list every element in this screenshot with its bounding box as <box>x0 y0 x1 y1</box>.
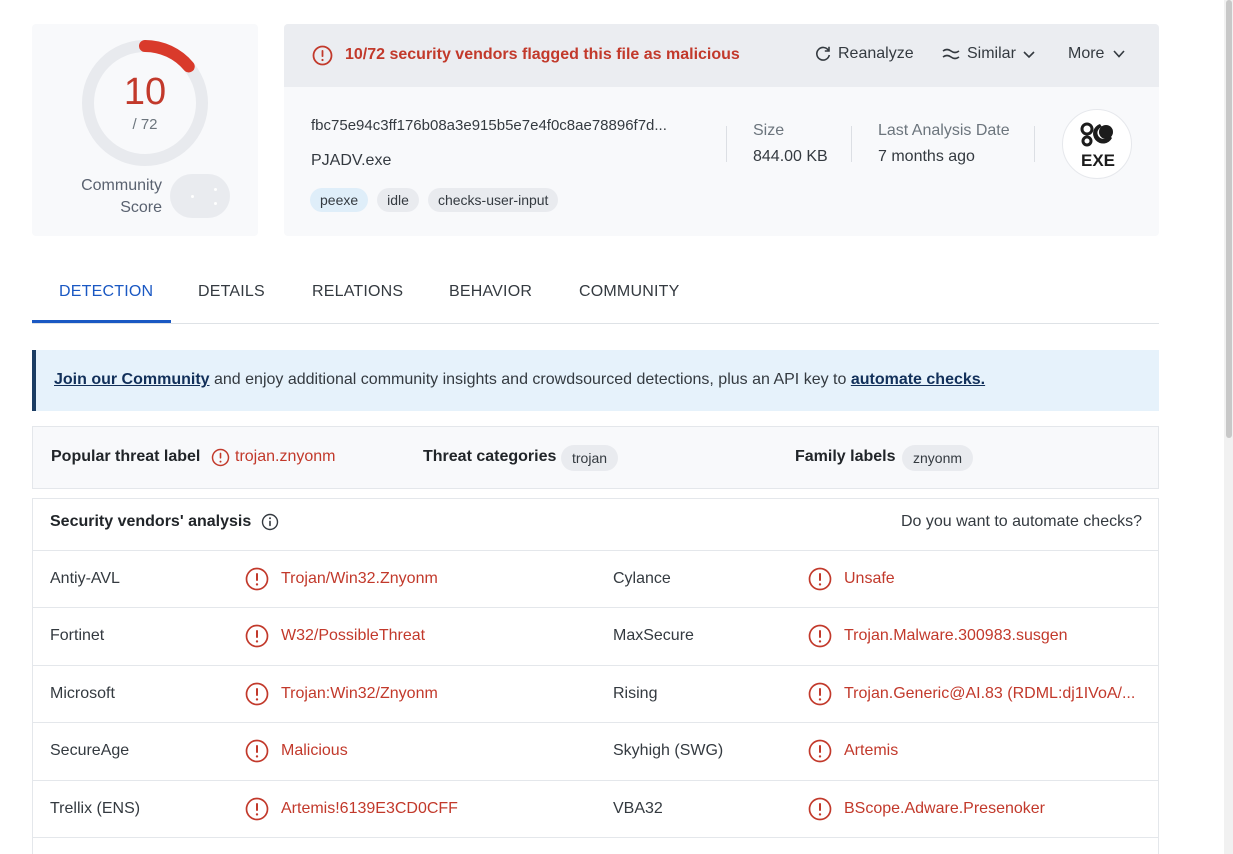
detections-count: 10 <box>123 71 167 113</box>
malicious-alert-icon <box>245 567 269 596</box>
automate-checks-link[interactable]: Do you want to automate checks? <box>901 513 1142 531</box>
malicious-alert-icon <box>808 739 832 768</box>
tab-community[interactable]: COMMUNITY <box>579 283 679 301</box>
vendor-name: VBA32 <box>613 799 663 817</box>
last-analysis-label: Last Analysis Date <box>878 122 1010 139</box>
tab-detection[interactable]: DETECTION <box>59 283 153 301</box>
vendor-name: MaxSecure <box>613 627 694 645</box>
popular-threat-label: Popular threat label <box>51 448 201 465</box>
malicious-alert-icon <box>245 682 269 711</box>
alert-bar: 10/72 security vendors flagged this file… <box>284 24 1159 87</box>
file-type-text: EXE <box>1081 151 1115 170</box>
vendors-title: Security vendors' analysis <box>50 513 252 530</box>
divider <box>726 126 727 162</box>
table-row: SecureAge Malicious Skyhigh (SWG) Artemis <box>32 722 1159 780</box>
automate-checks-link[interactable]: automate checks. <box>851 371 985 388</box>
alert-circle-icon <box>211 448 230 467</box>
more-label: More <box>1068 45 1105 62</box>
tag-idle[interactable]: idle <box>377 188 419 212</box>
malicious-alert-icon <box>245 739 269 768</box>
community-score-vote[interactable] <box>170 174 230 218</box>
popular-threat-value[interactable]: trojan.znyonm <box>235 448 336 466</box>
tab-details[interactable]: DETAILS <box>198 283 265 301</box>
detection-score-card: 10 / 72 Community Score <box>32 24 258 236</box>
threat-summary: Popular threat label trojan.znyonm Threa… <box>32 426 1159 489</box>
malicious-alert-icon <box>808 682 832 711</box>
vendor-name: SecureAge <box>50 742 130 760</box>
tab-behavior[interactable]: BEHAVIOR <box>449 283 532 301</box>
vendors-header: Security vendors' analysis Do you want t… <box>32 498 1159 550</box>
family-label-pill[interactable]: znyonm <box>902 445 974 471</box>
detection-result: Trojan:Win32/Znyonm <box>281 684 438 702</box>
detection-result: Unsafe <box>844 570 895 587</box>
detection-result: Trojan/Win32.Znyonm <box>281 570 438 587</box>
threat-category-pill[interactable]: trojan <box>561 445 619 471</box>
chevron-down-icon <box>1023 51 1035 59</box>
active-tab-indicator <box>32 320 171 323</box>
community-banner: Join our Community and enjoy additional … <box>32 350 1159 411</box>
malicious-alert-icon <box>808 797 832 826</box>
chevron-down-icon <box>1113 50 1126 58</box>
size-value: 844.00 KB <box>753 148 828 165</box>
vendor-name: Trellix (ENS) <box>50 799 141 817</box>
divider <box>1034 126 1035 162</box>
file-type-badge: EXE <box>1062 109 1132 179</box>
table-row: Trellix (ENS) Artemis!6139E3CD0CFF VBA32 BS… <box>32 779 1159 837</box>
vendor-results-table: Antiy-AVL Trojan/Win32.Znyonm Cylance Unsaf… <box>32 550 1159 854</box>
file-hash[interactable]: fbc75e94c3ff176b08a3e915b5e7e4f0c8ae7889… <box>311 117 711 134</box>
detection-result: BScope.Adware.Presenoker <box>844 799 1045 817</box>
divider <box>851 126 852 162</box>
refresh-icon <box>816 46 831 61</box>
vendors-total: / 72 <box>132 116 158 133</box>
vendor-name: Cylance <box>613 570 671 587</box>
malicious-alert-icon <box>245 797 269 826</box>
alert-text: 10/72 security vendors flagged this file… <box>345 46 740 63</box>
vendor-name: Microsoft <box>50 684 115 702</box>
more-dropdown[interactable]: More <box>1068 45 1128 63</box>
vendor-name: Rising <box>613 684 658 702</box>
alert-circle-icon <box>312 45 333 66</box>
vendor-name: Antiy-AVL <box>50 570 120 587</box>
community-score-label: Community Score <box>81 177 162 216</box>
banner-text: and enjoy additional community insights … <box>209 371 851 388</box>
scrollbar-thumb[interactable] <box>1226 0 1232 438</box>
tab-relations[interactable]: RELATIONS <box>312 283 403 301</box>
info-icon[interactable] <box>261 513 279 531</box>
detection-result: W32/PossibleThreat <box>281 627 426 645</box>
reanalyze-label: Reanalyze <box>838 45 914 62</box>
threat-categories-label: Threat categories <box>423 448 557 465</box>
file-summary-card: 10/72 security vendors flagged this file… <box>284 24 1159 236</box>
similar-label: Similar <box>967 45 1016 62</box>
file-tags: peexe idle checks-user-input <box>310 188 559 212</box>
reanalyze-button[interactable]: Reanalyze <box>814 45 914 63</box>
join-community-link[interactable]: Join our Community <box>54 371 210 388</box>
detection-result: Trojan.Generic@AI.83 (RDML:dj1IVoA/... <box>844 684 1136 702</box>
table-row: Antiy-AVL Trojan/Win32.Znyonm Cylance Unsaf… <box>32 550 1159 608</box>
family-labels-label: Family labels <box>795 448 896 465</box>
table-row <box>32 836 1159 854</box>
file-name: PJADV.exe <box>311 152 392 169</box>
exe-gears-icon: EXE <box>1080 122 1115 170</box>
malicious-alert-icon <box>808 567 832 596</box>
similar-icon <box>942 48 960 60</box>
similar-dropdown[interactable]: Similar <box>941 45 1036 63</box>
tag-checks-user-input[interactable]: checks-user-input <box>427 188 559 212</box>
table-row: Microsoft Trojan:Win32/Znyonm Rising Trojan… <box>32 664 1159 723</box>
vendor-name: Fortinet <box>50 627 105 645</box>
detection-result: Malicious <box>281 742 348 760</box>
vendor-name: Skyhigh (SWG) <box>613 742 724 760</box>
malicious-alert-icon <box>245 624 269 653</box>
size-label: Size <box>753 122 785 139</box>
tab-bar: DETECTION DETAILS RELATIONS BEHAVIOR COM… <box>32 266 1159 324</box>
malicious-alert-icon <box>808 624 832 653</box>
last-analysis-value: 7 months ago <box>878 148 975 165</box>
detection-result: Artemis!6139E3CD0CFF <box>281 799 458 817</box>
tag-peexe[interactable]: peexe <box>310 188 369 212</box>
detection-result: Artemis <box>844 742 899 760</box>
detection-result: Trojan.Malware.300983.susgen <box>844 627 1068 645</box>
table-row: Fortinet W32/PossibleThreat MaxSecure Troja… <box>32 607 1159 665</box>
